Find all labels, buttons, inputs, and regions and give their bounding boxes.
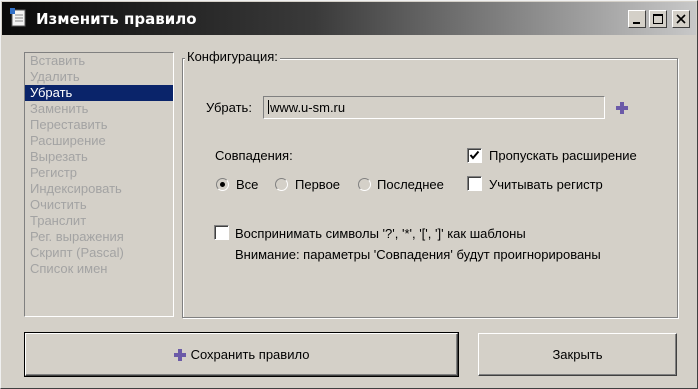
list-item[interactable]: Расширение	[25, 133, 173, 149]
radio-last-label[interactable]: Последнее	[377, 177, 444, 192]
remove-input[interactable]: www.u-sm.ru	[263, 96, 605, 119]
configuration-legend: Конфигурация:	[185, 49, 280, 64]
list-item[interactable]: Переставить	[25, 117, 173, 133]
app-icon	[10, 8, 28, 28]
case-sensitive-checkbox[interactable]	[467, 176, 482, 191]
plus-icon	[173, 348, 186, 361]
list-item[interactable]: Рег. выражения	[25, 229, 173, 245]
matches-label: Совпадения:	[215, 148, 293, 163]
close-button[interactable]	[672, 10, 690, 28]
insert-plus-icon[interactable]	[616, 102, 628, 114]
list-item[interactable]: Удалить	[25, 69, 173, 85]
wildcards-label[interactable]: Воспринимать символы '?', '*', '[', ']' …	[235, 226, 526, 241]
list-item[interactable]: Список имен	[25, 261, 173, 277]
window-title: Изменить правило	[36, 10, 197, 28]
list-item[interactable]: Скрипт (Pascal)	[25, 245, 173, 261]
list-item[interactable]: Заменить	[25, 101, 173, 117]
list-item[interactable]: Транслит	[25, 213, 173, 229]
radio-all[interactable]	[216, 178, 229, 191]
radio-first[interactable]	[275, 178, 288, 191]
close-icon	[676, 14, 686, 24]
rule-type-list[interactable]: Вставить Удалить Убрать Заменить Переста…	[24, 52, 174, 317]
skip-extension-label[interactable]: Пропускать расширение	[489, 148, 637, 163]
minimize-icon	[633, 22, 640, 24]
wildcards-checkbox[interactable]	[214, 225, 229, 240]
save-rule-button[interactable]: Сохранить правило	[24, 332, 459, 377]
remove-label: Убрать:	[206, 100, 252, 115]
radio-last[interactable]	[358, 178, 371, 191]
maximize-icon	[653, 14, 663, 24]
close-dialog-button[interactable]: Закрыть	[478, 333, 677, 376]
edit-rule-dialog: Изменить правило Вставить Удалить Убрать…	[0, 0, 698, 389]
list-item[interactable]: Вставить	[25, 53, 173, 69]
remove-input-value: www.u-sm.ru	[270, 100, 346, 115]
text-caret	[268, 100, 269, 114]
checkmark-icon	[469, 150, 480, 160]
radio-first-label[interactable]: Первое	[295, 177, 340, 192]
list-item-selected[interactable]: Убрать	[25, 85, 173, 101]
list-item[interactable]: Очистить	[25, 197, 173, 213]
list-item[interactable]: Вырезать	[25, 149, 173, 165]
warning-text: Внимание: параметры 'Совпадения' будут п…	[235, 247, 601, 262]
close-dialog-label: Закрыть	[552, 347, 603, 362]
title-bar[interactable]: Изменить правило	[2, 2, 696, 35]
radio-dot-icon	[220, 182, 225, 187]
case-sensitive-label[interactable]: Учитывать регистр	[489, 177, 603, 192]
list-item[interactable]: Индексировать	[25, 181, 173, 197]
save-rule-label: Сохранить правило	[190, 347, 310, 362]
list-item[interactable]: Регистр	[25, 165, 173, 181]
minimize-button[interactable]	[628, 10, 646, 28]
radio-all-label[interactable]: Все	[236, 177, 258, 192]
skip-extension-checkbox[interactable]	[467, 148, 482, 163]
maximize-button[interactable]	[649, 10, 667, 28]
